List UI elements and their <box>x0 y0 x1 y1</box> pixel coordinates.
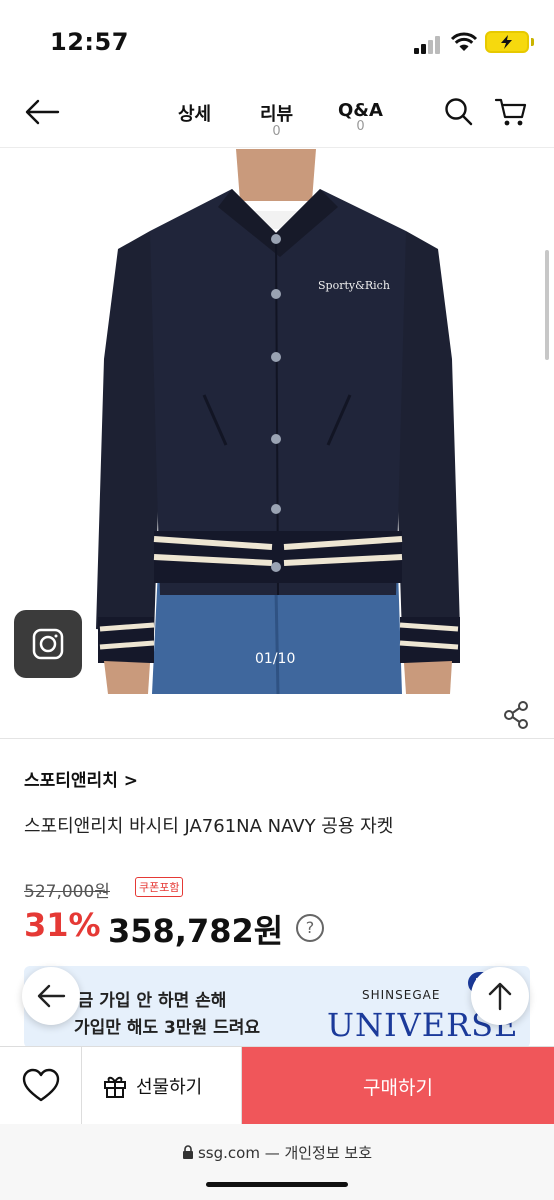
price-help-icon[interactable]: ? <box>296 914 324 942</box>
banner-brand-top: SHINSEGAE <box>362 988 441 1002</box>
battery-icon <box>485 31 529 53</box>
divider <box>0 738 554 739</box>
gift-button[interactable]: 선물하기 <box>82 1047 242 1124</box>
jacket-logo: Sporty&Rich <box>318 279 390 292</box>
qna-count: 0 <box>356 119 365 134</box>
share-icon[interactable] <box>502 700 530 730</box>
wifi-icon <box>450 32 478 51</box>
cart-icon[interactable] <box>494 96 528 128</box>
discount-rate: 31% <box>24 906 101 944</box>
buy-label: 구매하기 <box>363 1077 433 1099</box>
back-arrow-icon <box>37 984 66 1008</box>
membership-banner[interactable]: 지금 가입 안 하면 손해 가입만 해도 3만원 드려요 SHINSEGAE U… <box>24 966 530 1048</box>
wishlist-button[interactable] <box>0 1047 82 1124</box>
browser-back-button[interactable] <box>22 967 80 1025</box>
back-arrow-icon[interactable] <box>22 96 62 128</box>
brand-link[interactable]: 스포티앤리치 > <box>24 766 138 791</box>
product-photo <box>96 149 460 694</box>
browser-url-bar[interactable]: ssg.com — 개인정보 보호 <box>0 1124 554 1200</box>
tab-label: 상세 <box>178 104 212 125</box>
home-indicator[interactable] <box>206 1182 348 1187</box>
review-count: 0 <box>272 124 281 139</box>
tab-label: Q&A <box>338 100 383 121</box>
bottom-action-bar: 선물하기 구매하기 <box>0 1046 554 1125</box>
banner-line2: 가입만 해도 3만원 드려요 <box>74 1018 260 1038</box>
heart-icon <box>22 1068 60 1102</box>
scrollbar[interactable] <box>545 250 549 360</box>
coupon-badge: 쿠폰포함 <box>135 877 184 897</box>
tab-detail[interactable]: 상세 <box>178 100 211 126</box>
search-icon[interactable] <box>444 96 474 128</box>
gift-icon <box>104 1076 126 1098</box>
status-bar: 12:57 <box>0 0 554 80</box>
tab-review[interactable]: 리뷰 0 <box>260 100 293 139</box>
lock-icon <box>182 1145 193 1159</box>
url-label: ssg.com — 개인정보 보호 <box>197 1144 373 1162</box>
sale-price: 358,782원 <box>108 912 284 950</box>
original-price: 527,000원 <box>24 882 110 902</box>
tab-qna[interactable]: Q&A 0 <box>338 100 383 134</box>
url-text: ssg.com — 개인정보 보호 <box>0 1142 554 1163</box>
clock: 12:57 <box>50 28 129 56</box>
battery-tip <box>531 38 534 46</box>
buy-button[interactable]: 구매하기 <box>242 1047 554 1125</box>
gift-label: 선물하기 <box>136 1077 203 1098</box>
top-navigation: 상세 리뷰 0 Q&A 0 <box>0 80 554 148</box>
cellular-signal-icon <box>414 34 444 54</box>
camera-button[interactable] <box>14 610 82 678</box>
image-counter: 01/10 <box>255 651 296 667</box>
tab-label: 리뷰 <box>260 104 294 125</box>
arrow-up-icon <box>488 982 512 1011</box>
product-title: 스포티앤리치 바시티 JA761NA NAVY 공용 자켓 <box>24 816 394 837</box>
scroll-top-button[interactable] <box>471 967 529 1025</box>
product-image-gallery[interactable]: Sporty&Rich <box>0 149 554 694</box>
camera-icon <box>32 628 64 660</box>
banner-line1: 지금 가입 안 하면 손해 <box>62 991 227 1011</box>
